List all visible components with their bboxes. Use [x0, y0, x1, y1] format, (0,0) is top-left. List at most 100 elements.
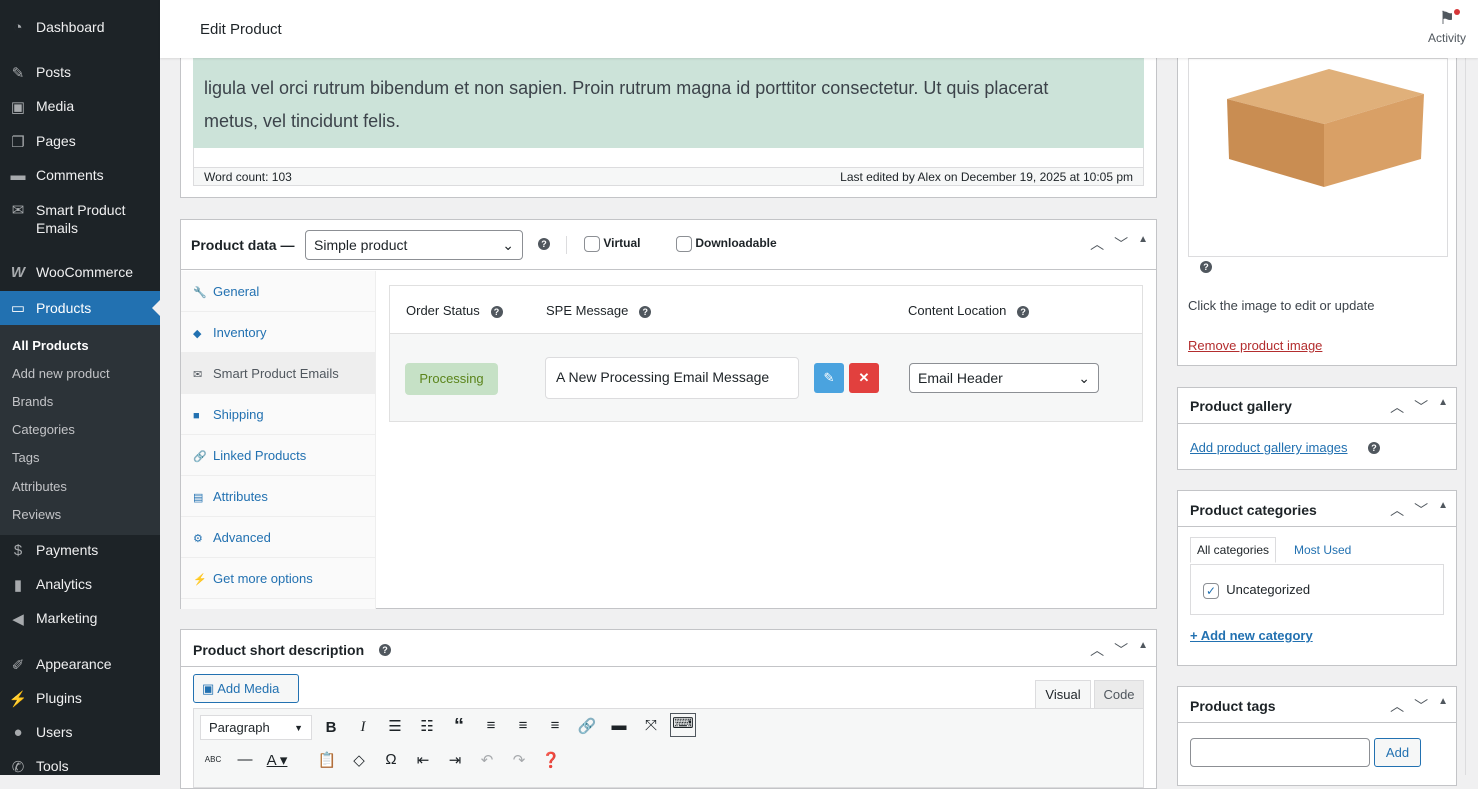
tab-general[interactable]: 🔧 General	[181, 271, 375, 312]
scrollbar-track[interactable]	[1465, 58, 1466, 775]
tab-inventory[interactable]: ◆ Inventory	[181, 312, 375, 353]
menu-dashboard[interactable]: ◔ Dashboard	[0, 19, 160, 36]
top-header: Edit Product ⚑ Activity	[160, 0, 1478, 58]
undo-icon[interactable]: ↶	[475, 751, 499, 769]
tab-get-more-options[interactable]: ⚡ Get more options	[181, 558, 375, 599]
move-up-icon[interactable]: ︿	[1390, 397, 1404, 417]
product-image-box: ? Click the image to edit or update Remo…	[1177, 40, 1457, 366]
toggle-panel-icon[interactable]: ▲	[1438, 500, 1448, 520]
description-editor[interactable]: ligula vel orci rutrum bibendum et non s…	[193, 58, 1144, 148]
bold-icon[interactable]: B	[319, 719, 343, 736]
edit-button[interactable]: ✎	[814, 363, 844, 393]
tab-code[interactable]: Code	[1094, 680, 1144, 709]
align-left-icon[interactable]: ≡	[479, 717, 503, 734]
move-up-icon[interactable]: ︿	[1090, 234, 1104, 254]
tab-all-categories[interactable]: All categories	[1190, 537, 1277, 563]
tab-linked-products[interactable]: 🔗 Linked Products	[181, 435, 375, 476]
help-icon[interactable]: ❓	[539, 751, 563, 769]
menu-users[interactable]: ● Users	[0, 724, 160, 741]
tab-smart-product-emails[interactable]: ✉ Smart Product Emails	[181, 353, 375, 394]
toggle-panel-icon[interactable]: ▲	[1138, 234, 1148, 254]
toggle-panel-icon[interactable]: ▲	[1438, 397, 1448, 417]
outdent-icon[interactable]: ⇤	[411, 751, 435, 769]
move-down-icon[interactable]: ﹀	[1114, 234, 1128, 254]
delete-button[interactable]: ✕	[849, 363, 879, 393]
tag-input[interactable]	[1190, 738, 1370, 767]
move-up-icon[interactable]: ︿	[1390, 500, 1404, 520]
flag-icon: ⚑	[1428, 8, 1466, 29]
downloadable-checkbox[interactable]: Downloadable	[676, 236, 777, 252]
submenu-add-new[interactable]: Add new product	[12, 366, 110, 381]
menu-posts[interactable]: ✎ Posts	[0, 64, 160, 82]
add-media-button[interactable]: ▣ Add Media	[193, 674, 299, 703]
submenu-tags[interactable]: Tags	[12, 450, 39, 465]
toolbar-toggle-icon[interactable]: ⌨	[670, 713, 696, 737]
menu-pages[interactable]: ❐ Pages	[0, 133, 160, 151]
italic-icon[interactable]: I	[351, 719, 375, 736]
move-down-icon[interactable]: ﹀	[1414, 397, 1428, 417]
content-location-select[interactable]: Email Header ⌄	[909, 363, 1099, 393]
menu-products[interactable]: ▭ Products	[0, 291, 160, 325]
menu-tools[interactable]: ✆ Tools	[0, 758, 160, 776]
move-down-icon[interactable]: ﹀	[1414, 696, 1428, 716]
link-icon[interactable]: 🔗	[575, 717, 599, 735]
indent-icon[interactable]: ⇥	[443, 751, 467, 769]
submenu-categories[interactable]: Categories	[12, 422, 75, 437]
menu-plugins[interactable]: ⚡ Plugins	[0, 690, 160, 708]
menu-woocommerce[interactable]: W WooCommerce	[0, 264, 160, 281]
spe-message-input[interactable]: A New Processing Email Message	[545, 357, 799, 399]
move-up-icon[interactable]: ︿	[1090, 640, 1104, 660]
checkbox-checked[interactable]: ✓	[1203, 582, 1219, 599]
tab-visual[interactable]: Visual	[1035, 680, 1091, 709]
toggle-panel-icon[interactable]: ▲	[1438, 696, 1448, 716]
spe-table: Order Status ? SPE Message ? Content Loc…	[389, 285, 1143, 422]
virtual-checkbox[interactable]: Virtual	[584, 236, 640, 252]
move-down-icon[interactable]: ﹀	[1114, 640, 1128, 660]
tab-shipping[interactable]: ■ Shipping	[181, 394, 375, 435]
align-center-icon[interactable]: ≡	[511, 717, 535, 734]
add-category-link[interactable]: + Add new category	[1190, 628, 1313, 643]
menu-payments[interactable]: $ Payments	[0, 542, 160, 559]
bullet-list-icon[interactable]: ☰	[383, 717, 407, 735]
product-categories-box: Product categories ︿ ﹀ ▲ All categories Mo…	[1177, 490, 1457, 666]
align-right-icon[interactable]: ≡	[543, 717, 567, 734]
tab-most-used[interactable]: Most Used	[1294, 543, 1351, 557]
menu-analytics[interactable]: ▮ Analytics	[0, 576, 160, 594]
redo-icon[interactable]: ↷	[507, 751, 531, 769]
comment-icon: ▬	[10, 167, 26, 184]
category-uncategorized[interactable]: ✓ Uncategorized	[1203, 582, 1310, 599]
toggle-panel-icon[interactable]: ▲	[1138, 640, 1148, 660]
menu-appearance[interactable]: ✐ Appearance	[0, 656, 160, 674]
activity-button[interactable]: ⚑ Activity	[1428, 8, 1466, 45]
read-more-icon[interactable]: ▬	[607, 717, 631, 734]
text-color-icon[interactable]: A ▾	[265, 751, 289, 769]
add-gallery-link[interactable]: Add product gallery images	[1190, 440, 1348, 455]
remove-image-link[interactable]: Remove product image	[1188, 338, 1322, 353]
clear-formatting-icon[interactable]: ◇	[347, 751, 371, 769]
submenu-reviews[interactable]: Reviews	[12, 507, 61, 522]
menu-media[interactable]: ▣ Media	[0, 98, 160, 116]
strikethrough-icon[interactable]: ABC	[201, 755, 225, 764]
add-tag-button[interactable]: Add	[1374, 738, 1421, 767]
help-icon: ?	[1200, 261, 1212, 273]
menu-smart-product-emails[interactable]: ✉ Smart Product Emails	[0, 201, 160, 237]
special-character-icon[interactable]: Ω	[379, 751, 403, 768]
submenu-brands[interactable]: Brands	[12, 394, 53, 409]
menu-marketing[interactable]: ◀ Marketing	[0, 610, 160, 628]
paste-text-icon[interactable]: 📋	[315, 751, 339, 769]
product-image[interactable]	[1188, 58, 1448, 257]
product-type-select[interactable]: Simple product ⌄	[305, 230, 523, 260]
format-select[interactable]: Paragraph ▼	[200, 715, 312, 740]
menu-comments[interactable]: ▬ Comments	[0, 167, 160, 184]
submenu-attributes[interactable]: Attributes	[12, 479, 67, 494]
tab-advanced[interactable]: ⚙ Advanced	[181, 517, 375, 558]
numbered-list-icon[interactable]: ☷	[415, 717, 439, 735]
move-up-icon[interactable]: ︿	[1390, 696, 1404, 716]
editor-status-bar: Word count: 103 Last edited by Alex on De…	[193, 167, 1144, 186]
submenu-all-products[interactable]: All Products	[12, 338, 89, 353]
horizontal-line-icon[interactable]: —	[233, 751, 257, 768]
fullscreen-icon[interactable]: ⤧	[639, 717, 663, 734]
tab-attributes[interactable]: ▤ Attributes	[181, 476, 375, 517]
blockquote-icon[interactable]: “	[447, 715, 471, 738]
move-down-icon[interactable]: ﹀	[1414, 500, 1428, 520]
